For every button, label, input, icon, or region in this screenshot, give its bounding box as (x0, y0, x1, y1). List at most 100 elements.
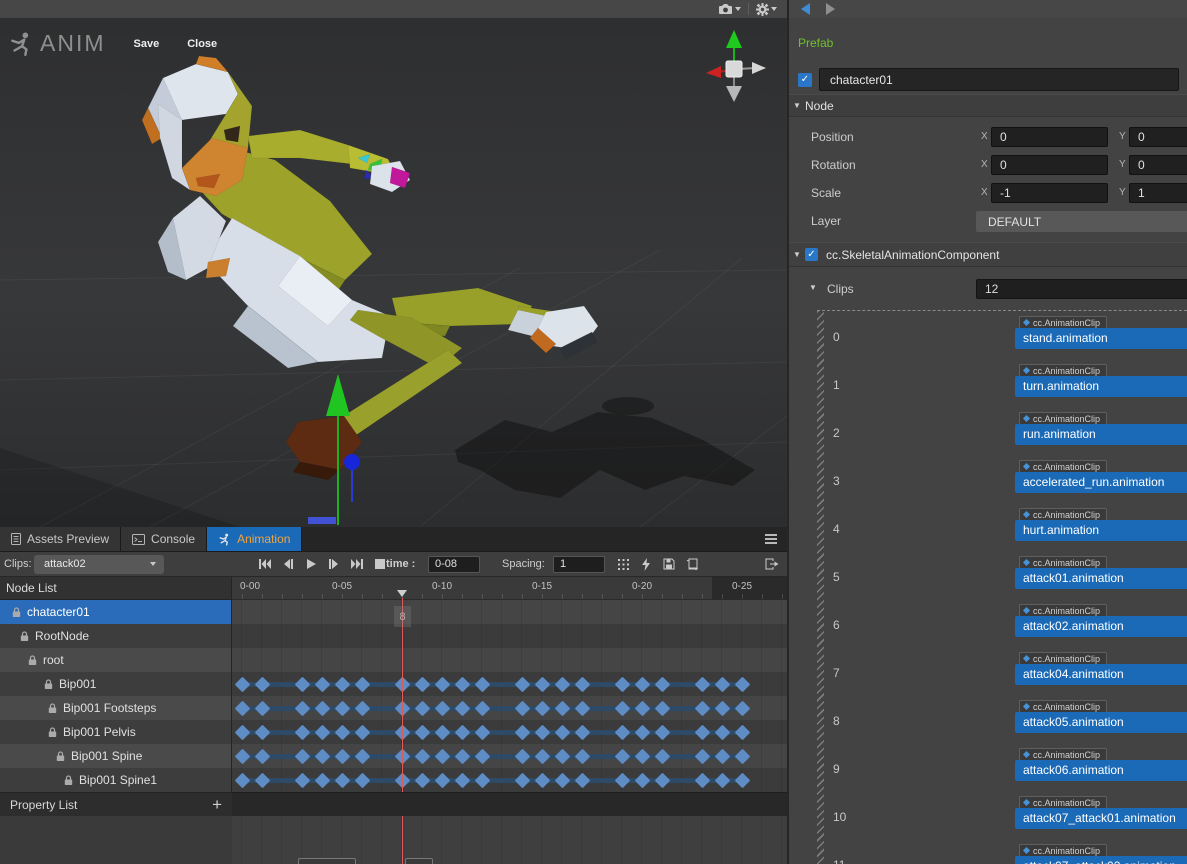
keyframe-diamond[interactable] (254, 700, 270, 716)
panel-menu-icon[interactable] (765, 534, 777, 546)
keyframe-track-row[interactable] (232, 600, 787, 624)
keyframe-track-row[interactable] (232, 720, 787, 744)
keyframe-diamond[interactable] (334, 724, 350, 740)
timeline-ruler[interactable]: 0-000-050-100-150-200-25 (232, 577, 787, 600)
keyframe-diamond[interactable] (614, 748, 630, 764)
keyframe-diamond[interactable] (254, 748, 270, 764)
keyframe-diamond[interactable] (354, 748, 370, 764)
collapse-caret-icon[interactable]: ▼ (789, 250, 805, 259)
keyframe-diamond[interactable] (694, 676, 710, 692)
collapse-caret-icon[interactable]: ▼ (789, 101, 805, 110)
keyframe-diamond[interactable] (434, 748, 450, 764)
keyframe-diamond[interactable] (234, 748, 250, 764)
scale-y-input[interactable] (1129, 183, 1187, 203)
position-x-input[interactable] (991, 127, 1108, 147)
clip-name-field[interactable]: run.animation (1015, 424, 1187, 445)
keyframe-diamond[interactable] (534, 724, 550, 740)
nav-back-icon[interactable] (801, 3, 810, 15)
node-active-checkbox[interactable]: ✓ (798, 73, 812, 87)
node-tree-row[interactable]: chatacter01 (0, 600, 231, 624)
keyframe-diamond[interactable] (734, 724, 750, 740)
keyframe-diamond[interactable] (414, 676, 430, 692)
keyframe-diamond[interactable] (514, 724, 530, 740)
skip-to-start-button[interactable] (256, 556, 274, 572)
keyframe-diamond[interactable] (574, 700, 590, 716)
keyframe-diamond[interactable] (254, 676, 270, 692)
keyframe-diamond[interactable] (514, 700, 530, 716)
keyframe-diamond[interactable] (234, 772, 250, 788)
snap-grid-icon[interactable] (613, 555, 633, 573)
keyframe-diamond[interactable] (654, 724, 670, 740)
keyframe-diamond[interactable] (334, 700, 350, 716)
keyframe-diamond[interactable] (294, 700, 310, 716)
clip-name-field[interactable]: turn.animation (1015, 376, 1187, 397)
keyframe-diamond[interactable] (294, 724, 310, 740)
playhead-handle-icon[interactable] (397, 590, 407, 597)
keyframe-diamond[interactable] (694, 724, 710, 740)
keyframe-diamond[interactable] (294, 676, 310, 692)
keyframe-diamond[interactable] (414, 748, 430, 764)
camera-menu-button[interactable] (718, 3, 741, 15)
scene-viewport[interactable]: ANIM Save Close (0, 18, 787, 527)
keyframe-diamond[interactable] (254, 724, 270, 740)
close-button[interactable]: Close (187, 38, 217, 50)
keyframe-diamond[interactable] (734, 676, 750, 692)
keyframe-diamond[interactable] (294, 748, 310, 764)
clips-count-field[interactable]: 12 (976, 279, 1187, 299)
orientation-gizmo[interactable] (698, 26, 770, 106)
clip-select-dropdown[interactable]: attack02 (34, 555, 164, 574)
node-tree-row[interactable]: RootNode (0, 624, 231, 648)
keyframe-diamond[interactable] (714, 772, 730, 788)
keyframe-diamond[interactable] (314, 772, 330, 788)
keyframe-diamond[interactable] (294, 772, 310, 788)
node-tree-row[interactable]: root (0, 648, 231, 672)
rotation-y-input[interactable] (1129, 155, 1187, 175)
keyframe-diamond[interactable] (734, 748, 750, 764)
position-y-input[interactable] (1129, 127, 1187, 147)
event-bolt-icon[interactable] (636, 555, 656, 573)
skip-to-end-button[interactable] (348, 556, 366, 572)
keyframe-diamond[interactable] (634, 676, 650, 692)
clip-name-field[interactable]: accelerated_run.animation (1015, 472, 1187, 493)
keyframe-diamond[interactable] (334, 772, 350, 788)
keyframe-diamond[interactable] (234, 676, 250, 692)
node-tree-row[interactable]: Bip001 Pelvis (0, 720, 231, 744)
save-button[interactable]: Save (134, 38, 160, 50)
keyframe-diamond[interactable] (574, 748, 590, 764)
tab-animation[interactable]: Animation (207, 527, 302, 551)
keyframe-diamond[interactable] (534, 748, 550, 764)
node-tree-row[interactable]: Bip001 Spine (0, 744, 231, 768)
keyframe-diamond[interactable] (474, 748, 490, 764)
keyframe-diamond[interactable] (354, 724, 370, 740)
keyframe-track-row[interactable] (232, 744, 787, 768)
keyframe-diamond[interactable] (434, 772, 450, 788)
keyframe-diamond[interactable] (314, 724, 330, 740)
keyframe-diamond[interactable] (514, 772, 530, 788)
keyframe-diamond[interactable] (414, 724, 430, 740)
clip-name-field[interactable]: attack07_attack01.animation (1015, 808, 1187, 829)
keyframe-diamond[interactable] (314, 676, 330, 692)
keyframe-diamond[interactable] (454, 724, 470, 740)
keyframe-diamond[interactable] (634, 748, 650, 764)
keyframe-diamond[interactable] (714, 676, 730, 692)
keyframe-diamond[interactable] (574, 772, 590, 788)
keyframe-diamond[interactable] (614, 772, 630, 788)
keyframe-diamond[interactable] (474, 772, 490, 788)
keyframe-diamond[interactable] (694, 748, 710, 764)
component-enabled-checkbox[interactable]: ✓ (805, 248, 818, 261)
skeletal-animation-component-header[interactable]: ▼ ✓ cc.SkeletalAnimationComponent (789, 242, 1187, 267)
keyframe-diamond[interactable] (334, 748, 350, 764)
keyframe-diamond[interactable] (634, 724, 650, 740)
keyframe-diamond[interactable] (314, 748, 330, 764)
clip-library-icon[interactable] (682, 555, 702, 573)
keyframe-diamond[interactable] (554, 772, 570, 788)
keyframe-diamond[interactable] (234, 724, 250, 740)
keyframe-diamond[interactable] (654, 772, 670, 788)
settings-menu-button[interactable] (756, 3, 777, 16)
node-tree-row[interactable]: Bip001 Footsteps (0, 696, 231, 720)
step-back-button[interactable] (279, 556, 297, 572)
keyframe-diamond[interactable] (414, 700, 430, 716)
keyframe-diamond[interactable] (514, 748, 530, 764)
keyframe-diamond[interactable] (534, 772, 550, 788)
keyframe-diamond[interactable] (314, 700, 330, 716)
